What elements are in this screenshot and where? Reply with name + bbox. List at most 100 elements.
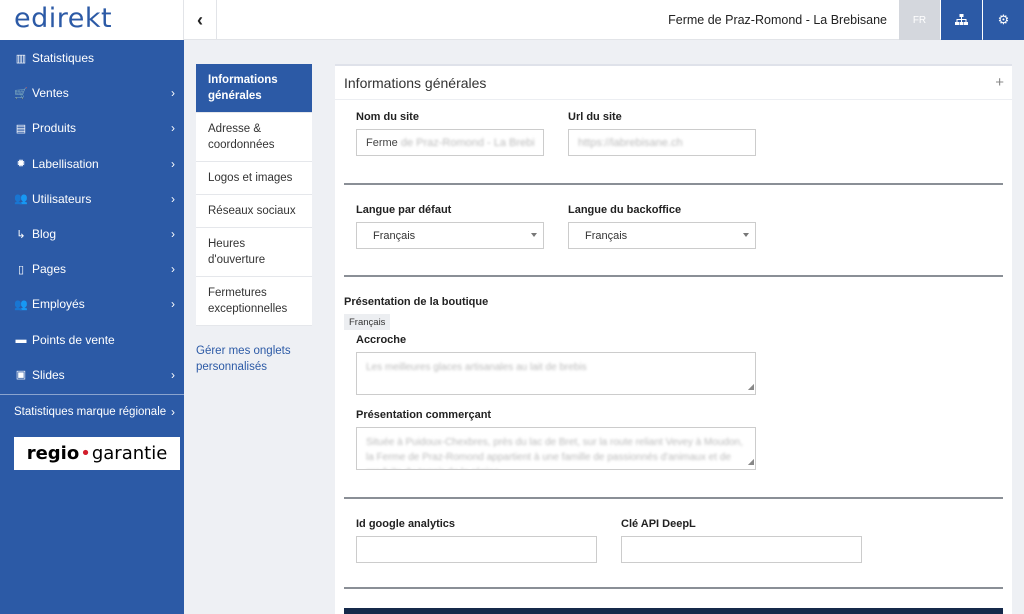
sidebar-item-points-de-vente[interactable]: ▬ Points de vente [0, 322, 184, 357]
site-name-value: Ferme [366, 136, 398, 149]
google-analytics-input[interactable] [356, 536, 597, 563]
sidebar-item-blog[interactable]: ↳ Blog › [0, 216, 184, 251]
chevron-right-icon: › [171, 156, 175, 171]
section-tabs: Informations générales Adresse & coordonn… [196, 64, 312, 375]
sidebar-item-label: Statistiques [32, 51, 95, 66]
rss-icon: ↳ [16, 228, 26, 241]
tab-adresse-coordonnees[interactable]: Adresse & coordonnées [196, 113, 312, 162]
tab-heures-d-ouverture[interactable]: Heures d'ouverture [196, 228, 312, 277]
sidebar-item-label: Blog [32, 227, 57, 242]
sidebar-item-employ-s[interactable]: 👥 Employés › [0, 287, 184, 322]
edirekt-logo[interactable]: edirekt [14, 3, 112, 34]
employees-icon: 👥 [14, 298, 28, 311]
tagline-textarea[interactable]: Les meilleures glaces artisanales au lai… [356, 352, 756, 395]
chevron-right-icon: › [171, 367, 175, 382]
page-icon: ▯ [17, 263, 25, 276]
sidebar-item-slides[interactable]: ▣ Slides › [0, 357, 184, 392]
merchant-presentation-textarea[interactable]: Située à Puidoux-Chexbres, près du lac d… [356, 427, 756, 470]
site-url-input[interactable]: https://labrebisane.ch [568, 129, 756, 156]
users-icon: 👥 [14, 193, 28, 206]
sidebar-item-label: Ventes [32, 86, 69, 101]
merchant-presentation-label: Présentation commerçant [356, 409, 492, 421]
site-title: Ferme de Praz-Romond - La Brebisane [668, 13, 887, 27]
regio-logo-dot: • [80, 443, 91, 464]
sitemap-icon [955, 14, 968, 25]
backoffice-language-select[interactable]: Français [568, 222, 756, 249]
regio-logo-right: garantie [91, 443, 168, 464]
resize-handle-icon[interactable]: ◢ [748, 454, 754, 469]
tab-fermetures-exceptionnelles[interactable]: Fermetures exceptionnelles [196, 277, 312, 326]
sidebar-item-label: Produits [32, 121, 77, 136]
gear-icon: ⚙ [997, 12, 1010, 27]
manage-tabs-link[interactable]: Gérer mes onglets personnalisés [196, 343, 312, 375]
chevron-right-icon: › [171, 121, 175, 136]
resize-handle-icon[interactable]: ◢ [748, 379, 754, 394]
caret-down-icon [531, 233, 537, 237]
sidebar-item-statistiques[interactable]: ▥ Statistiques [0, 41, 184, 76]
section-divider [344, 183, 1003, 185]
slides-icon: ▣ [15, 369, 27, 382]
shop-presentation-title: Présentation de la boutique [344, 296, 489, 308]
sidebar-item-produits[interactable]: ▤ Produits › [0, 111, 184, 146]
language-badge[interactable]: Français [344, 314, 391, 330]
sidebar: ▥ Statistiques 🛒 Ventes › ▤ Produits › ✹ Labellis… [0, 40, 184, 614]
store-icon: ▬ [15, 333, 27, 346]
sidebar-item-labellisation[interactable]: ✹ Labellisation › [0, 146, 184, 181]
site-name-value-blurred: de Praz-Romond - La Brebi [400, 136, 535, 149]
default-language-select[interactable]: Français [356, 222, 544, 249]
box-icon: ▤ [15, 122, 27, 135]
settings-button[interactable]: ⚙ [983, 0, 1024, 40]
general-info-panel: Informations générales + Nom du site Fer… [335, 64, 1012, 614]
site-name-input[interactable]: Ferme de Praz-Romond - La Brebi [356, 129, 544, 156]
deepl-api-key-label: Clé API DeepL [621, 518, 696, 530]
badge-icon: ✹ [16, 158, 26, 171]
chevron-right-icon: › [171, 191, 175, 206]
logo-area: edirekt [0, 0, 184, 40]
sidebar-item-label: Employés [32, 297, 85, 312]
chevron-left-icon: ‹ [197, 9, 203, 30]
tagline-label: Accroche [356, 334, 407, 346]
section-divider [344, 497, 1003, 499]
panel-title: Informations générales [344, 74, 487, 91]
tab-informations-generales[interactable]: Informations générales [196, 64, 312, 113]
sitemap-button[interactable] [941, 0, 982, 40]
site-name-label: Nom du site [356, 111, 419, 123]
default-language-label: Langue par défaut [356, 204, 452, 216]
backoffice-language-label: Langue du backoffice [568, 204, 682, 216]
merchant-presentation-value: Située à Puidoux-Chexbres, près du lac d… [366, 437, 743, 469]
section-divider [344, 275, 1003, 277]
regio-logo-left: regio [26, 443, 80, 464]
tagline-value: Les meilleures glaces artisanales au lai… [366, 362, 587, 373]
chart-icon: ▥ [15, 52, 27, 65]
sidebar-item-label: Utilisateurs [32, 191, 92, 206]
sidebar-item-label: Slides [32, 367, 65, 382]
sidebar-item-label: Points de vente [32, 332, 115, 347]
language-button[interactable]: FR [899, 0, 940, 40]
chevron-right-icon: › [171, 86, 175, 101]
sidebar-item-regional-stats[interactable]: Statistiques marque régionale › [0, 395, 184, 429]
default-language-value: Français [373, 229, 416, 242]
caret-down-icon [743, 233, 749, 237]
google-analytics-label: Id google analytics [356, 518, 456, 530]
section-divider [344, 587, 1003, 589]
site-url-label: Url du site [568, 111, 622, 123]
top-bar: edirekt ‹ Ferme de Praz-Romond - La Breb… [0, 0, 1024, 40]
sidebar-item-label: Pages [32, 262, 67, 277]
chevron-right-icon: › [171, 227, 175, 242]
regio-garantie-logo: regio • garantie [14, 437, 180, 470]
collapse-sidebar-button[interactable]: ‹ [184, 0, 217, 40]
tab-logos-et-images[interactable]: Logos et images [196, 162, 312, 195]
deepl-api-key-input[interactable] [621, 536, 862, 563]
sidebar-item-label: Statistiques marque régionale [14, 406, 167, 419]
sidebar-item-utilisateurs[interactable]: 👥 Utilisateurs › [0, 181, 184, 216]
save-bar[interactable] [344, 608, 1003, 614]
sidebar-item-pages[interactable]: ▯ Pages › [0, 252, 184, 287]
tab-reseaux-sociaux[interactable]: Réseaux sociaux [196, 195, 312, 228]
site-url-value: https://labrebisane.ch [578, 136, 683, 149]
sidebar-item-label: Labellisation [32, 156, 99, 171]
chevron-right-icon: › [171, 405, 175, 420]
sidebar-item-ventes[interactable]: 🛒 Ventes › [0, 76, 184, 111]
cart-icon: 🛒 [14, 87, 28, 100]
chevron-right-icon: › [171, 262, 175, 277]
expand-plus-icon[interactable]: + [995, 74, 1004, 91]
